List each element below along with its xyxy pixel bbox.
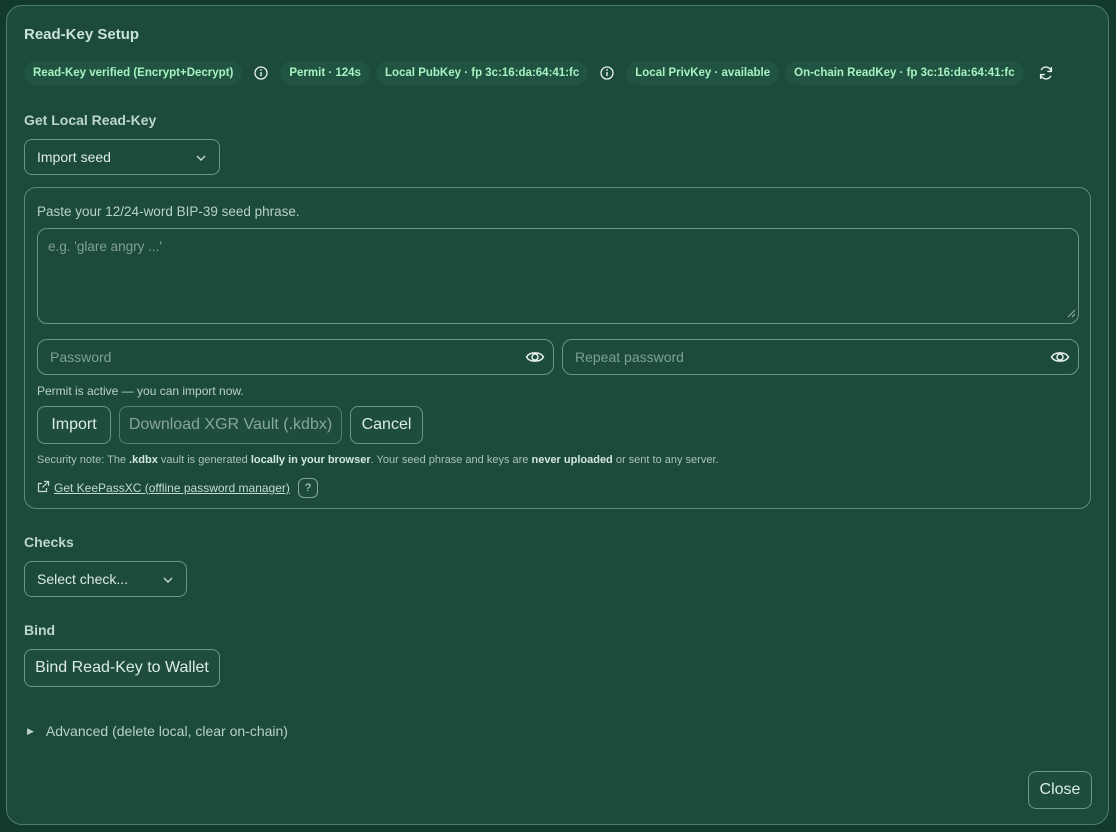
refresh-icon[interactable] [1034, 61, 1058, 85]
password-field[interactable]: Password [37, 339, 554, 375]
seed-placeholder: e.g. 'glare angry ...' [48, 239, 162, 254]
security-note: Security note: The .kdbx vault is genera… [37, 454, 719, 466]
repeat-password-placeholder: Repeat password [575, 349, 684, 365]
onchain-readkey-badge: On-chain ReadKey · fp 3c:16:da:64:41:fc [785, 61, 1024, 85]
repeat-password-field[interactable]: Repeat password [562, 339, 1079, 375]
get-local-label: Get Local Read-Key [24, 112, 157, 128]
import-seed-panel: Paste your 12/24-word BIP-39 seed phrase… [24, 187, 1091, 509]
checks-select-value: Select check... [37, 571, 129, 587]
cancel-button[interactable]: Cancel [350, 406, 423, 444]
keepass-link[interactable]: Get KeePassXC (offline password manager) [54, 481, 290, 495]
status-badges: Read-Key verified (Encrypt+Decrypt) Perm… [24, 61, 1058, 85]
checks-label: Checks [24, 534, 74, 550]
import-mode-select[interactable]: Import seed [24, 139, 220, 175]
permit-note: Permit is active — you can import now. [37, 384, 244, 398]
dialog-title: Read-Key Setup [24, 26, 140, 43]
chevron-down-icon [162, 573, 174, 589]
resize-handle-icon[interactable] [1067, 306, 1076, 321]
triangle-right-icon: ▶ [27, 725, 34, 736]
keepass-link-row: Get KeePassXC (offline password manager)… [37, 478, 318, 498]
eye-icon[interactable] [525, 348, 545, 369]
import-button[interactable]: Import [37, 406, 111, 444]
permit-badge: Permit · 124s [280, 61, 370, 85]
advanced-toggle[interactable]: ▶ Advanced (delete local, clear on-chain… [27, 723, 288, 739]
read-key-setup-dialog: Read-Key Setup Read-Key verified (Encryp… [6, 5, 1109, 825]
external-link-icon [37, 480, 50, 496]
download-vault-button[interactable]: Download XGR Vault (.kdbx) [119, 406, 342, 444]
advanced-label: Advanced (delete local, clear on-chain) [45, 723, 288, 739]
help-button[interactable]: ? [297, 478, 318, 498]
checks-select[interactable]: Select check... [24, 561, 187, 597]
password-placeholder: Password [50, 349, 112, 365]
info-icon[interactable] [250, 62, 272, 84]
seed-hint: Paste your 12/24-word BIP-39 seed phrase… [37, 204, 300, 219]
local-pubkey-badge: Local PubKey · fp 3c:16:da:64:41:fc [375, 61, 589, 85]
close-button[interactable]: Close [1028, 771, 1092, 809]
import-mode-value: Import seed [37, 149, 111, 165]
bind-read-key-button[interactable]: Bind Read-Key to Wallet [24, 649, 220, 687]
bind-label: Bind [24, 622, 56, 638]
seed-phrase-textarea[interactable]: e.g. 'glare angry ...' [37, 228, 1079, 324]
verified-badge: Read-Key verified (Encrypt+Decrypt) [24, 61, 243, 85]
local-privkey-badge: Local PrivKey · available [626, 61, 780, 85]
pubkey-info-icon[interactable] [596, 62, 618, 84]
repeat-eye-icon[interactable] [1050, 348, 1070, 369]
chevron-down-icon [195, 151, 207, 167]
